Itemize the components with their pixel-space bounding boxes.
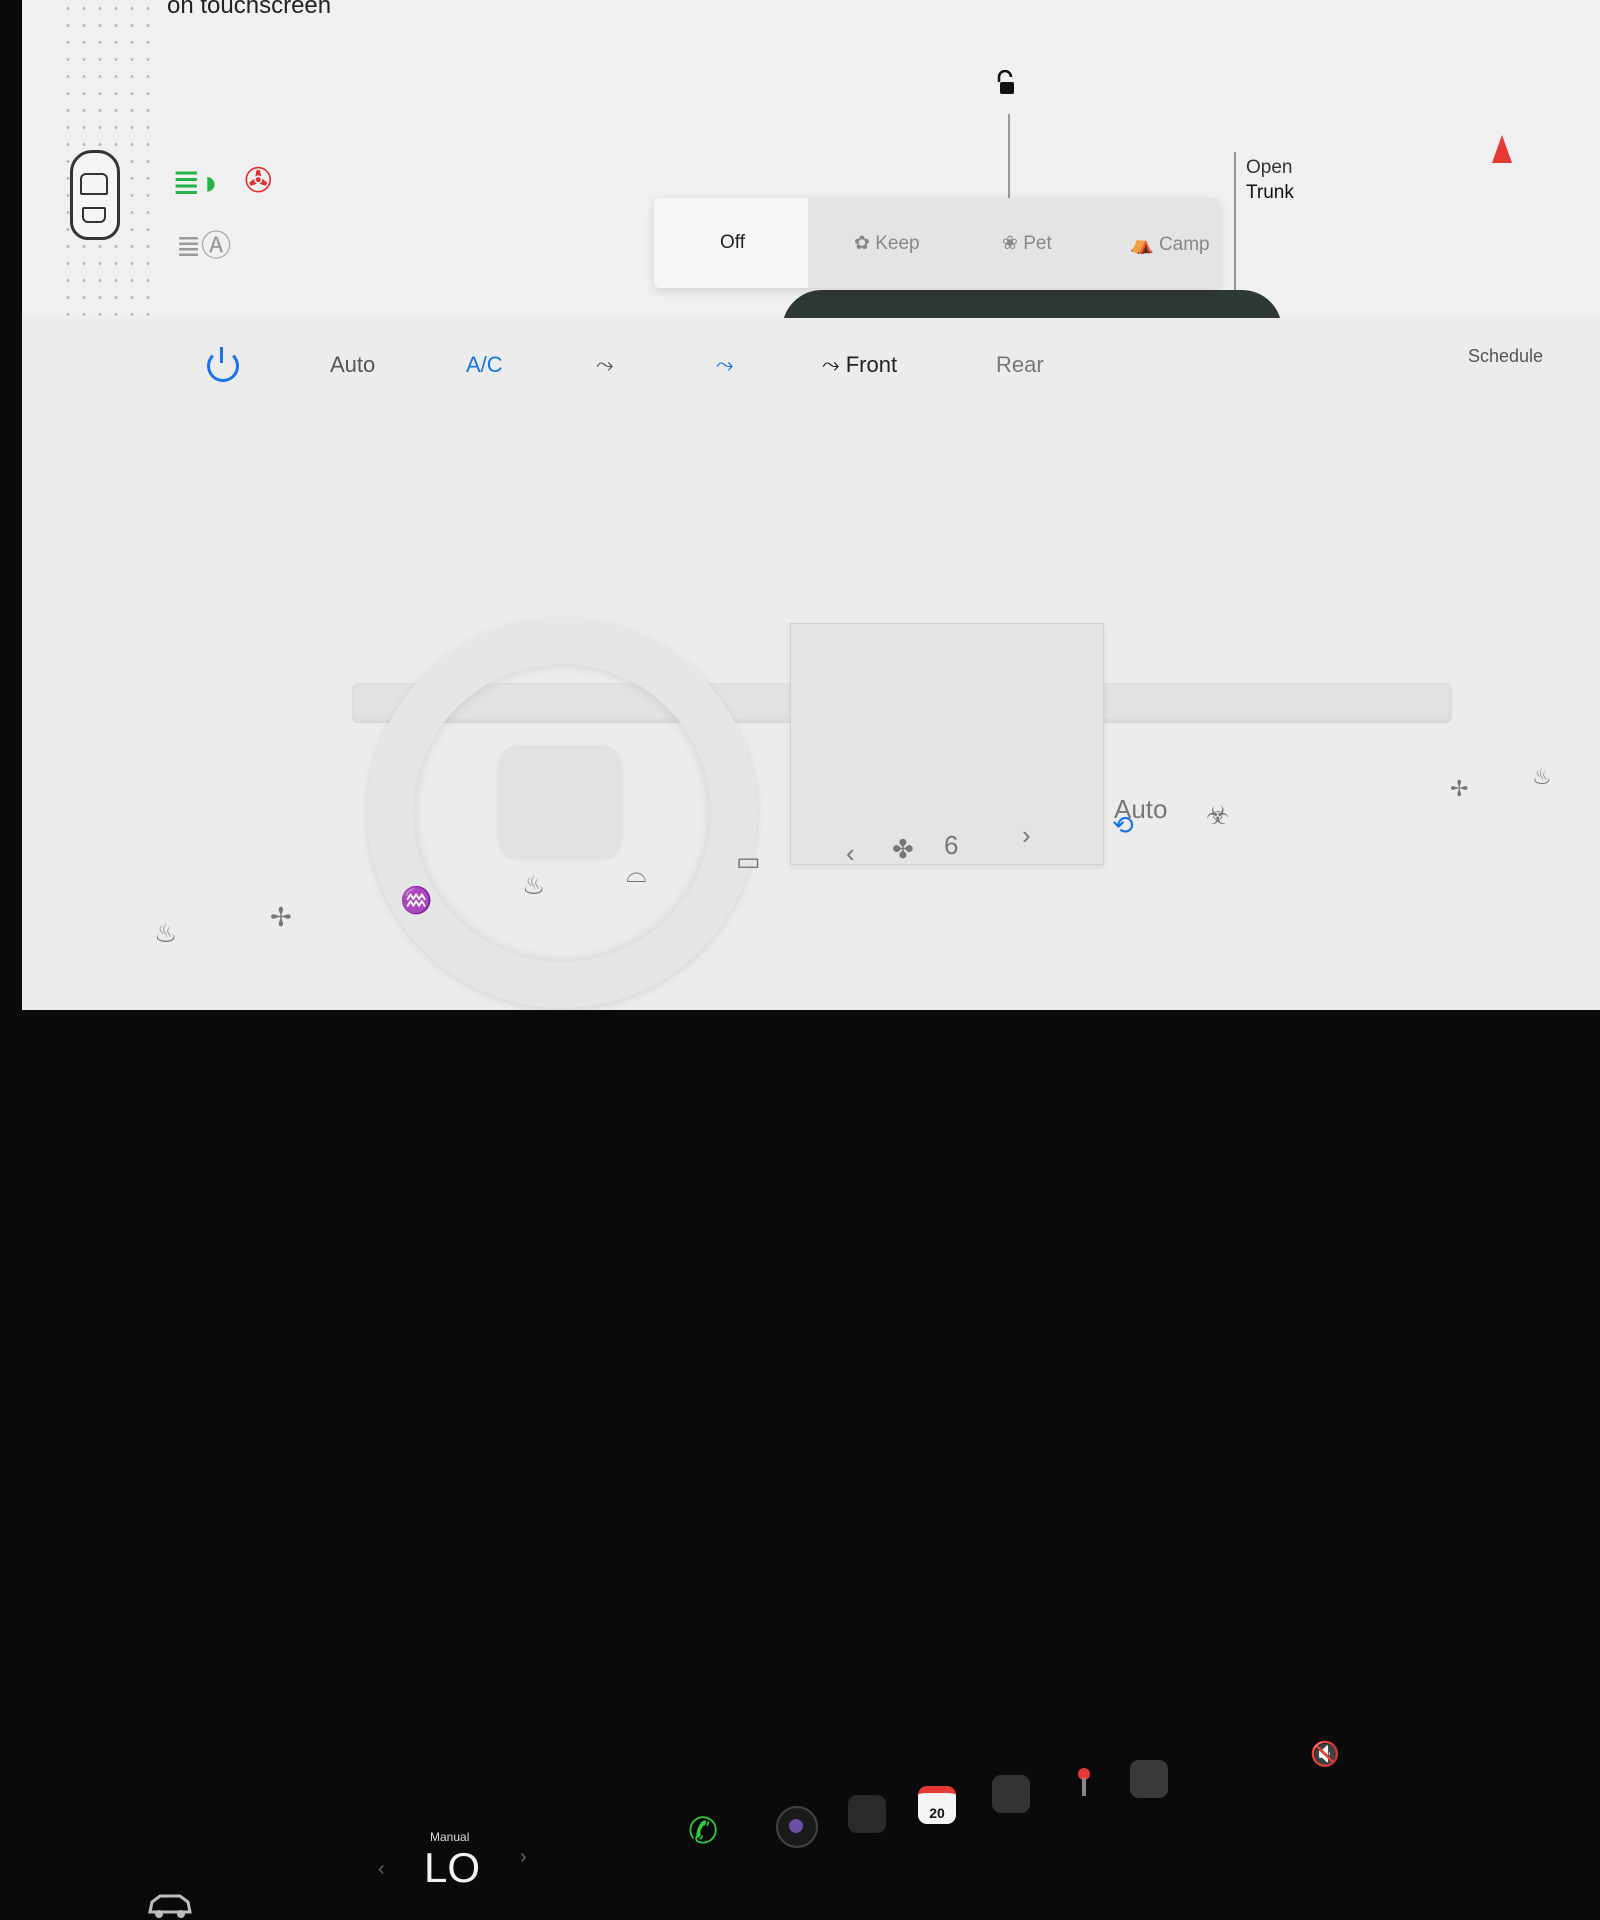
passenger-seat-heat-icon[interactable]: ♨ xyxy=(1532,764,1552,790)
airflow-feet-icon[interactable]: ⤳ xyxy=(716,352,734,378)
phone-icon[interactable]: ✆ xyxy=(688,1810,718,1852)
trunk-callout-line xyxy=(1234,152,1236,302)
ac-button[interactable]: A/C xyxy=(466,352,503,378)
volume-mute-icon[interactable]: 🔇 xyxy=(1310,1740,1340,1769)
fan-icon: ✤ xyxy=(892,834,914,864)
mode-keep-label: Keep xyxy=(875,233,920,254)
center-display-render xyxy=(790,623,1104,865)
seatbelt-warning-icon: ✇ xyxy=(244,162,273,200)
front-label: Front xyxy=(845,352,898,377)
fan-increase-icon[interactable]: › xyxy=(1022,820,1031,851)
temp-decrease-icon[interactable]: ‹ xyxy=(378,1858,385,1881)
passenger-seat-fan-icon[interactable]: ✢ xyxy=(1450,776,1468,802)
dock-bar: ‹ Manual LO › ✆ 20 🔇 xyxy=(0,880,1600,1918)
fan-decrease-icon[interactable]: ‹ xyxy=(846,838,855,869)
rear-airflow-button[interactable]: Rear xyxy=(996,352,1044,378)
lock-callout-line xyxy=(1008,114,1010,206)
mode-camp-label: Camp xyxy=(1158,234,1210,255)
mode-off[interactable]: Off xyxy=(720,232,745,254)
auto-button[interactable]: Auto xyxy=(330,352,375,378)
mode-keep[interactable]: ✿ Keep xyxy=(854,232,920,255)
airflow-face-icon[interactable]: ⤳ xyxy=(596,352,614,378)
climate-power-icon[interactable] xyxy=(207,347,239,382)
mode-pet-label: Pet xyxy=(1023,233,1052,254)
media-app-icon[interactable] xyxy=(848,1795,886,1833)
auto-headlight-icon: ≣Ⓐ xyxy=(176,230,232,263)
schedule-button[interactable]: Schedule xyxy=(1468,346,1543,367)
front-airflow-button[interactable]: ⤳ Front xyxy=(822,352,897,378)
mode-pet[interactable]: ❀ Pet xyxy=(1002,232,1052,255)
trunk-label-line2: Trunk xyxy=(1246,182,1294,203)
hint-text: on touchscreen xyxy=(167,0,332,19)
touchscreen: on touchscreen ≣◗ ✇ ≣Ⓐ Open Trunk Off ✿ … xyxy=(22,0,1600,1010)
climate-mode-selector: Off ✿ Keep ❀ Pet ⛺ Camp xyxy=(654,198,1220,288)
temp-value[interactable]: LO xyxy=(424,1844,480,1892)
mode-camp[interactable]: ⛺ Camp xyxy=(1130,232,1210,256)
car-topview-icon[interactable] xyxy=(70,150,120,240)
calendar-icon[interactable]: 20 xyxy=(918,1786,956,1824)
joystick-icon[interactable] xyxy=(1064,1768,1102,1806)
car-icon[interactable] xyxy=(146,1890,194,1920)
navigation-arrow-icon xyxy=(1492,135,1512,163)
fan-speed-value: 6 xyxy=(944,830,959,860)
unlock-icon[interactable] xyxy=(994,70,1016,96)
vehicle-status-pane: on touchscreen ≣◗ ✇ ≣Ⓐ Open Trunk Off ✿ … xyxy=(22,0,1600,440)
trunk-label-line1: Open xyxy=(1246,157,1293,178)
temp-increase-icon[interactable]: › xyxy=(520,1846,527,1869)
toybox-icon[interactable] xyxy=(1130,1760,1168,1798)
camera-icon[interactable] xyxy=(776,1806,818,1848)
headlight-icon: ≣◗ xyxy=(172,164,222,202)
recirculation-icon[interactable]: ⟲ xyxy=(1112,810,1134,841)
temp-mode-label: Manual xyxy=(430,1830,470,1844)
arcade-icon[interactable] xyxy=(992,1775,1030,1813)
bioweapon-mode-icon[interactable]: ☣ xyxy=(1206,800,1229,831)
rear-defrost-icon[interactable]: ▭ xyxy=(736,846,761,877)
open-trunk-button[interactable]: Open Trunk xyxy=(1246,155,1294,205)
steering-hub xyxy=(500,748,620,858)
